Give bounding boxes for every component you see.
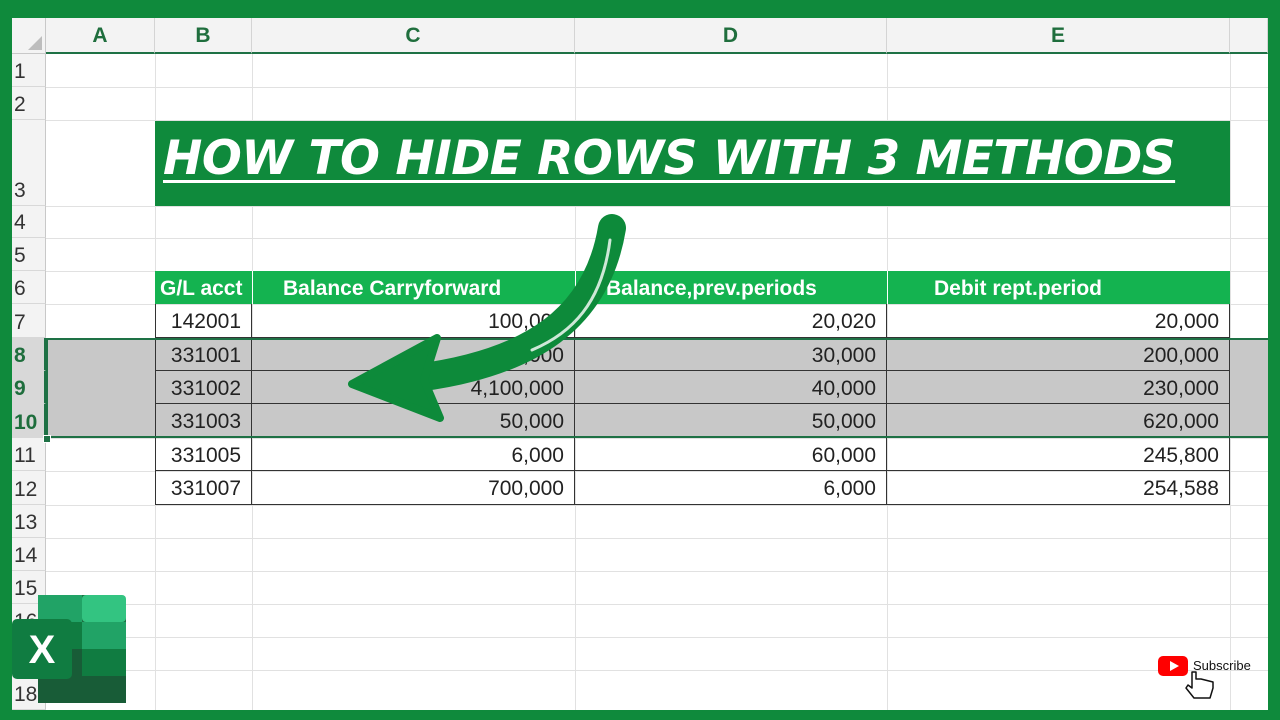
table-cell[interactable]: 331005 [155,438,252,471]
table-cell[interactable]: 254,588 [887,471,1230,505]
select-all-corner[interactable] [12,18,46,54]
excel-logo-icon: X [12,595,126,703]
row-header-13[interactable]: 13 [12,505,46,538]
hand-cursor-icon [1185,671,1214,699]
row-header-6[interactable]: 6 [12,271,46,304]
fill-handle[interactable] [43,435,51,443]
column-header-f[interactable] [1230,18,1268,54]
column-header-a[interactable]: A [46,18,155,54]
row-header-2[interactable]: 2 [12,87,46,120]
subscribe-button[interactable]: Subscribe [1158,654,1258,704]
table-cell[interactable]: 245,800 [887,438,1230,471]
table-cell[interactable]: 60,000 [575,438,887,471]
thumbnail-frame: A B C D E 1 2 3 4 5 6 7 8 9 10 11 12 13 … [0,0,1280,720]
column-header-b[interactable]: B [155,18,252,54]
excel-logo-letter: X [29,628,56,672]
table-cell[interactable]: 6,000 [575,471,887,505]
table-header-balance-carryforward[interactable]: Balance Carryforward [252,271,575,304]
row-header-5[interactable]: 5 [12,238,46,271]
table-cell[interactable]: 6,000 [252,438,575,471]
row-header-12[interactable]: 12 [12,471,46,505]
row-header-10[interactable]: 10 [12,404,46,438]
spreadsheet: A B C D E 1 2 3 4 5 6 7 8 9 10 11 12 13 … [12,18,1268,710]
table-header-balance-prev-periods[interactable]: Balance,prev.periods [575,271,887,304]
row-header-14[interactable]: 14 [12,538,46,571]
row-header-1[interactable]: 1 [12,54,46,87]
row-header-9[interactable]: 9 [12,371,46,404]
row-header-4[interactable]: 4 [12,206,46,238]
column-header-d[interactable]: D [575,18,887,54]
row-header-3[interactable]: 3 [12,120,46,206]
table-cell[interactable]: 20,000 [887,304,1230,338]
table-header-debit-rept-period[interactable]: Debit rept.period [887,271,1230,304]
table-cell[interactable]: 331007 [155,471,252,505]
row-selection-border [46,338,1268,438]
column-header-c[interactable]: C [252,18,575,54]
table-cell[interactable]: 142001 [155,304,252,338]
row-header-7[interactable]: 7 [12,304,46,338]
page-title: HOW TO HIDE ROWS WITH 3 METHODS [163,131,1176,186]
table-cell[interactable]: 100,000 [252,304,575,338]
row-header-8[interactable]: 8 [12,338,46,371]
table-cell[interactable]: 700,000 [252,471,575,505]
table-cell[interactable]: 20,020 [575,304,887,338]
table-header-gl-acct[interactable]: G/L acct [155,271,252,304]
row-header-11[interactable]: 11 [12,438,46,471]
column-header-e[interactable]: E [887,18,1230,54]
title-banner: HOW TO HIDE ROWS WITH 3 METHODS [155,121,1230,206]
